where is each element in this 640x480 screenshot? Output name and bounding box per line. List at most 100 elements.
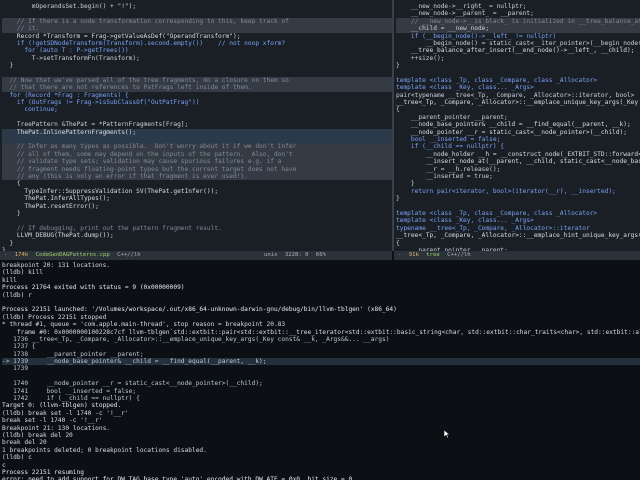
modeline-filename[interactable]: tree — [426, 252, 439, 258]
code-line[interactable]: } — [396, 62, 640, 69]
code-line[interactable] — [396, 203, 640, 210]
code-line[interactable]: __inserted = true; — [396, 173, 640, 180]
code-line[interactable]: template <class _Key, class... _Args> — [396, 217, 640, 224]
code-line[interactable]: if (!getSDNodeTransform(Transform).secon… — [2, 40, 392, 47]
modeline-percent: 66% — [315, 252, 326, 258]
right-editor-pane[interactable]: __new_node->__right_ = nullptr; __new_no… — [394, 0, 640, 251]
terminal-line: 1739 — [2, 365, 29, 373]
code-line[interactable]: } — [396, 195, 640, 202]
code-line[interactable]: __tree<_Tp, _Compare, _Allocator>::__emp… — [396, 99, 640, 106]
modeline-filename[interactable]: CodeGenDAGPatterns.cpp — [36, 252, 110, 258]
code-line[interactable]: continue; — [2, 106, 392, 113]
code-line[interactable]: __tree_balance_after_insert(__end_node()… — [396, 47, 640, 54]
code-line[interactable] — [2, 136, 392, 144]
code-line[interactable]: __r = __h.release(); — [396, 166, 640, 173]
code-line[interactable]: // Now that we've parsed all of the tree… — [2, 76, 392, 85]
code-line[interactable]: } — [2, 240, 392, 247]
code-line[interactable]: // Infer as many types as possible. Don'… — [2, 143, 392, 151]
terminal-line: 1737 { — [2, 343, 36, 351]
code-line[interactable]: template <class _Key, class... _Args> — [396, 84, 640, 91]
code-line[interactable]: __insert_node_at(__parent, __child, stat… — [396, 158, 640, 165]
code-line[interactable]: } — [2, 62, 392, 69]
code-line[interactable]: // validate type sets; validation may ca… — [2, 158, 392, 166]
terminal-line: break set -l 1740 -c '!__r' — [2, 417, 103, 425]
code-line[interactable]: LLVM_DEBUG(ThePat.dump()); — [2, 232, 392, 239]
terminal-line: 1 breakpoints deleted; 0 breakpoint loca… — [2, 446, 207, 454]
code-line[interactable] — [2, 70, 392, 77]
terminal-line: (lldb) break del 20 — [2, 431, 73, 439]
code-line[interactable]: for (Record *Frag : Fragments) { — [2, 92, 392, 99]
code-line[interactable]: // it. — [2, 25, 392, 33]
code-line[interactable]: typename __tree<_Tp, _Compare, _Allocato… — [396, 225, 640, 232]
terminal-line: -> 1739 __node_base_pointer& __child = _… — [2, 358, 640, 366]
code-line[interactable]: ThePat.InlinePatternFragments(); — [2, 128, 392, 137]
code-line[interactable]: template <class _Tp, class _Compare, cla… — [396, 77, 640, 84]
modeline-size: 91k — [408, 252, 419, 258]
code-line[interactable] — [2, 217, 392, 224]
code-line[interactable]: for (auto T : P->getTrees()) — [2, 47, 392, 54]
code-line[interactable]: } — [396, 180, 640, 187]
terminal-line: Process 21764 exited with status = 9 (0x… — [2, 284, 185, 292]
terminal-line: Process 22151 resuming — [2, 468, 84, 476]
code-line[interactable]: __node_pointer __r = static_cast<__node_… — [396, 129, 640, 136]
code-line[interactable]: } — [2, 210, 392, 217]
terminal-line: c — [2, 461, 6, 469]
modeline-mode: C++//lh — [117, 252, 141, 258]
code-line[interactable]: pair<typename __tree<_Tp, _Compare, _All… — [396, 92, 640, 99]
code-line[interactable] — [2, 10, 392, 17]
code-line[interactable]: if (OutFrags != Frag->isSubClassOf("OutP… — [2, 99, 392, 106]
code-line[interactable]: __node_holder __h = __construct_node(_EX… — [396, 151, 640, 158]
code-line[interactable]: { — [2, 180, 392, 187]
code-line[interactable]: TypeInfer::SuppressValidation SV(ThePat.… — [2, 188, 392, 195]
code-line[interactable] — [2, 114, 392, 121]
code-line[interactable]: __new_node->__right_ = nullptr; — [396, 3, 640, 10]
code-line[interactable]: { — [396, 240, 640, 247]
code-line[interactable]: ThePat.InferAllTypes(); — [2, 195, 392, 202]
code-line[interactable]: // __new_node->__is_black_ is initialize… — [396, 17, 640, 26]
code-line[interactable]: ThePat.resetError(); — [2, 203, 392, 210]
code-line[interactable]: // all of them, some may depend on the i… — [2, 150, 392, 159]
terminal-line: 1736 __tree<_Tp, _Compare, _Allocator>::… — [2, 335, 390, 343]
terminal-line: break del 20 — [2, 439, 47, 447]
left-code-view[interactable]: mOperandsSet.begin() + "!"); // If there… — [0, 0, 392, 251]
code-line[interactable]: __new_node->__parent_ = __parent; — [396, 10, 640, 17]
code-line[interactable]: __begin_node() = static_cast<__iter_poin… — [396, 40, 640, 47]
code-line[interactable]: // If there is a node transformation cor… — [2, 17, 392, 26]
terminal-line: 1741 bool __inserted = false; — [2, 387, 137, 395]
code-line[interactable] — [396, 70, 640, 77]
code-line[interactable]: Record *Transform = Frag->getValueAsDef(… — [2, 33, 392, 40]
code-line[interactable]: // any (this is only an error if that fr… — [2, 172, 392, 181]
code-line[interactable]: if (__child == nullptr) { — [396, 143, 640, 150]
terminal-line: (lldb) c — [2, 454, 32, 462]
modeline-mode: C++//lh — [447, 252, 471, 258]
code-line[interactable]: template <class _Tp, class _Compare, cla… — [396, 210, 640, 217]
code-line[interactable]: __node_base_pointer& __child = __find_eq… — [396, 121, 640, 128]
lldb-terminal[interactable]: breakpoint 20: 131 locations. (lldb) kill… — [0, 260, 640, 480]
code-line[interactable]: if (__begin_node()->__left_ != nullptr) — [396, 33, 640, 40]
right-code-view[interactable]: __new_node->__right_ = nullptr; __new_no… — [394, 0, 640, 251]
left-mode-line: - 174k CodeGenDAGPatterns.cpp C++//lh un… — [0, 251, 392, 260]
code-line[interactable]: mOperandsSet.begin() + "!"); — [2, 3, 392, 10]
modeline-position: 3228: 0 — [284, 252, 309, 258]
desktop-screen: mOperandsSet.begin() + "!"); // If there… — [0, 0, 640, 480]
code-line[interactable]: TreePattern &ThePat = *PatternFragments[… — [2, 121, 392, 128]
terminal-line: (lldb) r — [2, 291, 32, 299]
code-line[interactable]: // that there are not references to PatF… — [2, 84, 392, 92]
left-editor-pane[interactable]: mOperandsSet.begin() + "!"); // If there… — [0, 0, 392, 251]
terminal-line: 1740 __node_pointer __r = static_cast<__… — [2, 380, 263, 388]
terminal-line: 1742 if (__child == nullptr) { — [2, 395, 140, 403]
code-line[interactable]: // If debugging, print out the pattern f… — [2, 225, 392, 232]
code-line[interactable]: { — [396, 106, 640, 113]
modeline-encoding: unix — [264, 252, 278, 258]
code-line[interactable]: __parent_pointer __parent; — [396, 114, 640, 121]
code-line[interactable]: ++size(); — [396, 55, 640, 62]
code-line[interactable]: // fragment needs floating-point types b… — [2, 165, 392, 173]
code-line[interactable]: return pair<iterator, bool>(iterator(__r… — [396, 188, 640, 195]
terminal-line: (lldb) break set -l 1740 -c '!__r' — [2, 409, 129, 417]
terminal-line: Process 22151 launched: '/Volumes/worksp… — [2, 306, 397, 314]
code-line[interactable]: __tree<_Tp, _Compare, _Allocator>::__emp… — [396, 232, 640, 239]
code-line[interactable]: T->setTransformFn(Transform); — [2, 55, 392, 62]
code-line[interactable]: __child = __new_node; — [396, 25, 640, 33]
code-line[interactable]: bool __inserted = false; — [396, 136, 640, 143]
